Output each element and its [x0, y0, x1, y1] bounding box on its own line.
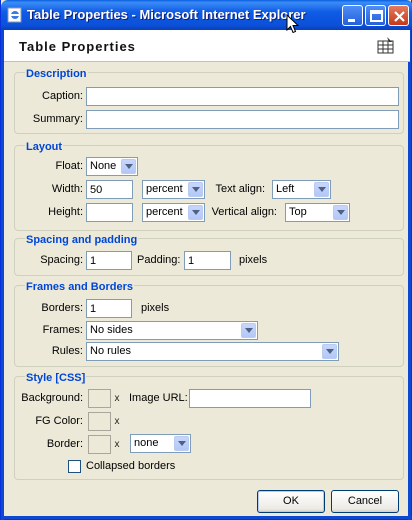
chevron-down-icon: [188, 182, 203, 197]
spacing-input[interactable]: [86, 251, 132, 270]
borders-input[interactable]: [86, 299, 132, 318]
collapsed-borders-checkbox[interactable]: [68, 460, 81, 473]
rules-select[interactable]: No rules: [86, 342, 339, 361]
frames-legend: Frames and Borders: [25, 281, 134, 293]
width-unit-select[interactable]: percent: [142, 180, 205, 199]
chevron-down-icon: [241, 323, 256, 338]
chevron-down-icon: [333, 205, 348, 220]
frames-select[interactable]: No sides: [86, 321, 258, 340]
window-frame-left: [1, 30, 4, 520]
fg-color-clear-button[interactable]: x: [111, 412, 123, 431]
spacing-legend: Spacing and padding: [25, 234, 139, 246]
fg-color-swatch[interactable]: [88, 412, 111, 431]
width-input[interactable]: [86, 180, 133, 199]
height-unit-select[interactable]: percent: [142, 203, 205, 222]
rules-label: Rules:: [51, 345, 83, 357]
padding-input[interactable]: [184, 251, 231, 270]
collapsed-borders-label: Collapsed borders: [86, 460, 176, 472]
chevron-down-icon: [188, 205, 203, 220]
summary-label: Summary:: [32, 113, 83, 125]
frames-label: Frames:: [42, 324, 83, 336]
border-color-swatch[interactable]: [88, 435, 111, 454]
summary-input[interactable]: [86, 110, 399, 129]
chevron-down-icon: [314, 182, 329, 197]
caption-input[interactable]: [86, 87, 399, 106]
frames-value: No sides: [90, 324, 133, 336]
dialog-window: Table Properties - Microsoft Internet Ex…: [0, 0, 412, 520]
mouse-pointer-icon: [286, 13, 300, 37]
text-align-select[interactable]: Left: [272, 180, 331, 199]
vertical-align-select[interactable]: Top: [285, 203, 350, 222]
spacing-label: Spacing:: [40, 254, 83, 266]
caption-label: Caption:: [42, 90, 83, 102]
float-value: None: [90, 160, 117, 172]
width-unit-value: percent: [146, 183, 183, 195]
vertical-align-value: Top: [289, 206, 307, 218]
title-bar[interactable]: Table Properties - Microsoft Internet Ex…: [1, 0, 412, 30]
chevron-down-icon: [174, 436, 189, 451]
height-input[interactable]: [86, 203, 133, 222]
dialog-title: Table Properties: [19, 39, 136, 54]
dialog-header: Table Properties: [4, 30, 410, 62]
vertical-align-label: Vertical align:: [211, 206, 277, 218]
text-align-value: Left: [276, 183, 295, 195]
float-select[interactable]: None: [86, 157, 138, 176]
background-color-swatch[interactable]: [88, 389, 111, 408]
height-unit-value: percent: [146, 206, 183, 218]
window-frame-bottom: [1, 516, 412, 519]
spacing-unit: pixels: [239, 254, 268, 266]
close-button[interactable]: [388, 5, 409, 26]
maximize-button[interactable]: [365, 5, 386, 26]
border-clear-button[interactable]: x: [111, 435, 123, 454]
text-align-label: Text align:: [215, 183, 265, 195]
window-title: Table Properties - Microsoft Internet Ex…: [27, 7, 306, 22]
borders-unit: pixels: [141, 302, 170, 314]
background-label: Background:: [21, 392, 83, 404]
borders-label: Borders:: [41, 302, 83, 314]
minimize-button[interactable]: [342, 5, 363, 26]
height-label: Height:: [48, 206, 83, 218]
background-clear-button[interactable]: x: [111, 389, 123, 408]
style-legend: Style [CSS]: [25, 372, 87, 384]
chevron-down-icon: [121, 159, 136, 174]
padding-label: Padding:: [137, 254, 181, 266]
chevron-down-icon: [322, 344, 337, 359]
float-label: Float:: [55, 160, 83, 172]
border-style-value: none: [134, 437, 159, 449]
border-label: Border:: [46, 438, 83, 450]
cancel-button[interactable]: Cancel: [331, 490, 399, 513]
fg-color-label: FG Color:: [35, 415, 83, 427]
table-icon: [376, 36, 396, 59]
window-frame-right: [408, 30, 411, 520]
border-style-select[interactable]: none: [130, 434, 191, 453]
description-legend: Description: [25, 68, 88, 80]
ok-button[interactable]: OK: [257, 490, 325, 513]
layout-legend: Layout: [25, 141, 64, 153]
width-label: Width:: [51, 183, 83, 195]
internet-explorer-icon: [7, 7, 23, 23]
image-url-input[interactable]: [189, 389, 311, 408]
image-url-label: Image URL:: [129, 392, 188, 404]
rules-value: No rules: [90, 345, 131, 357]
